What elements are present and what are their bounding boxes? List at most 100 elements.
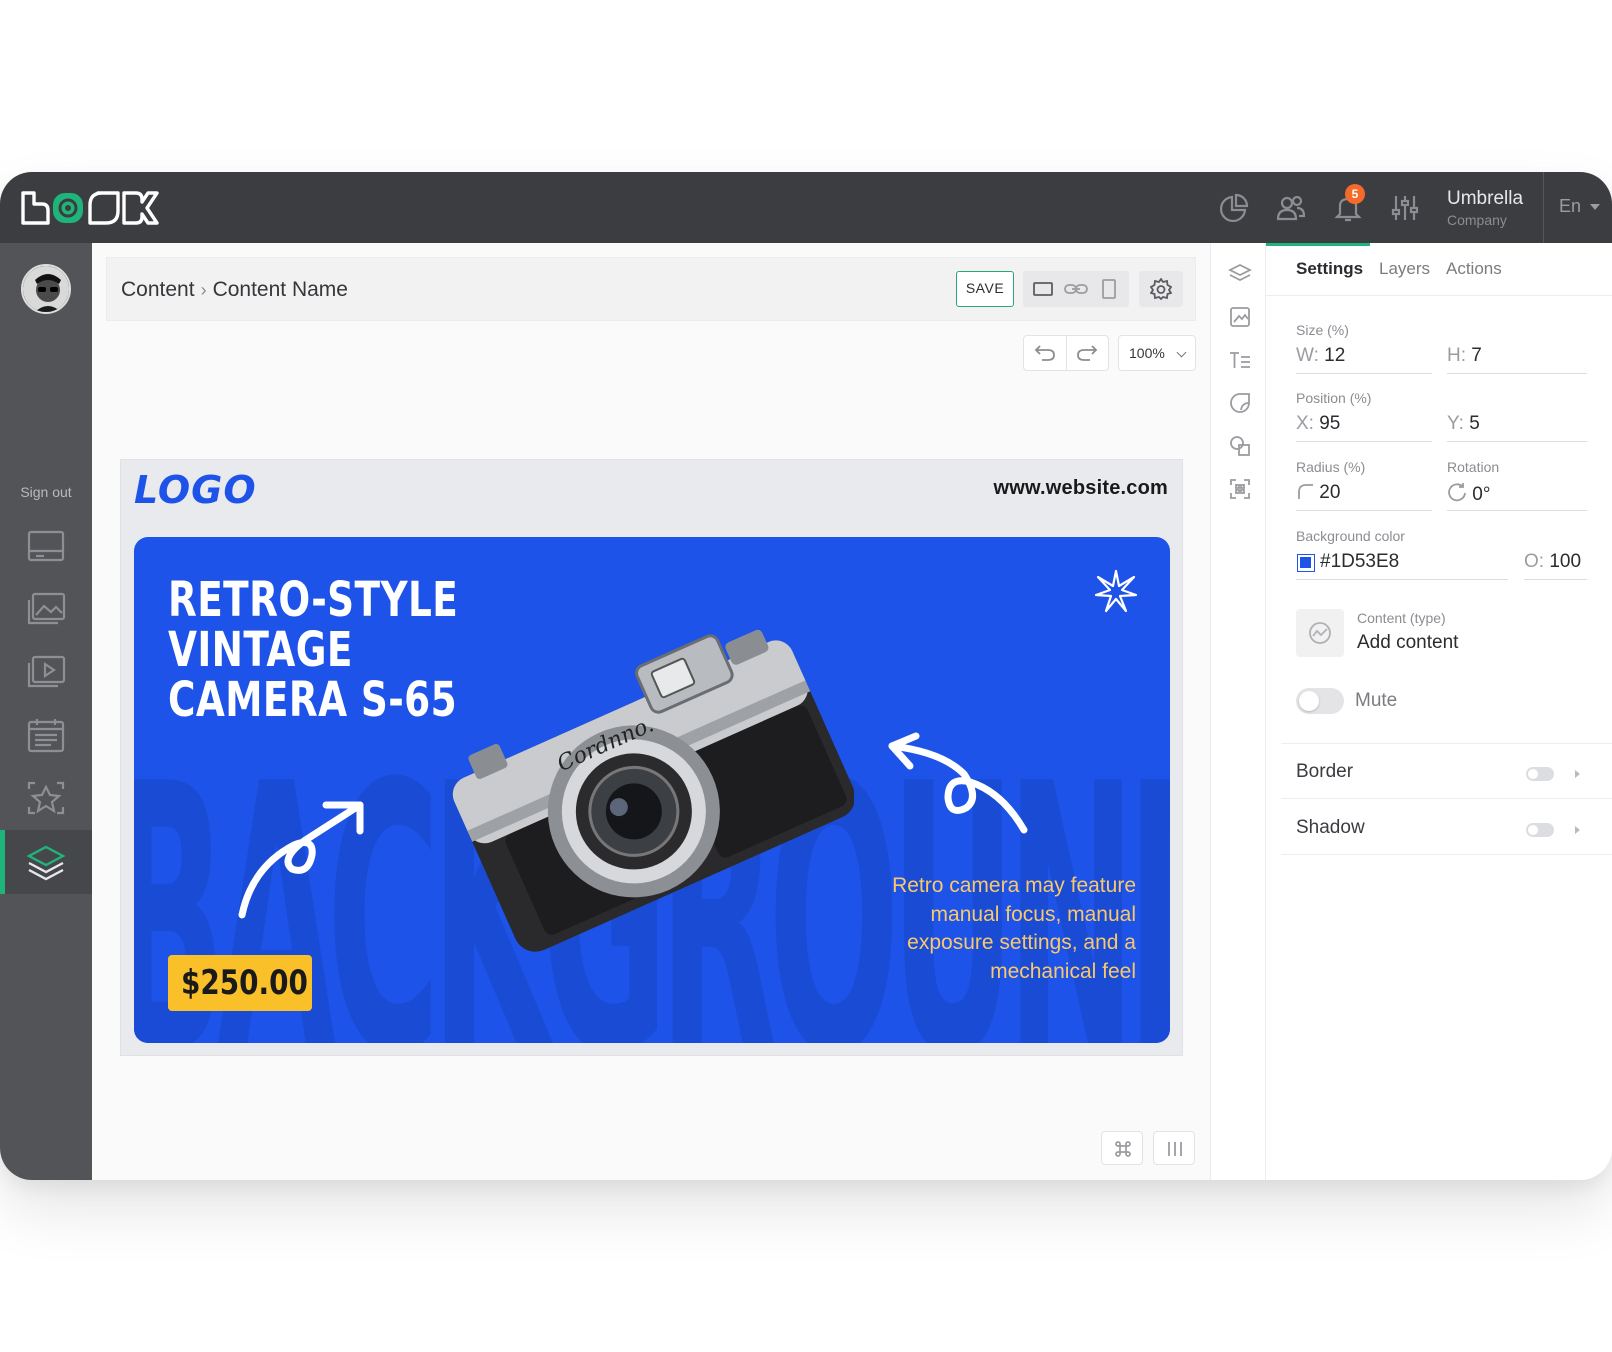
redo-icon[interactable] <box>1076 343 1098 363</box>
rotation-underline <box>1447 510 1587 511</box>
content-type-thumbnail[interactable] <box>1296 609 1344 657</box>
arrow-up-right-icon <box>238 801 364 919</box>
screens-icon <box>27 530 65 562</box>
position-label: Position (%) <box>1296 390 1372 406</box>
history-divider <box>1066 336 1067 370</box>
users-icon[interactable] <box>1275 192 1307 224</box>
sidebar-item-schedule[interactable] <box>0 703 92 767</box>
brand-logo[interactable]: LOGO <box>134 468 257 512</box>
arrow-up-left-icon <box>888 732 1028 834</box>
top-divider <box>1543 172 1544 243</box>
chevron-right-icon[interactable] <box>1575 770 1580 778</box>
x-underline <box>1296 441 1432 442</box>
add-content-link[interactable]: Add content <box>1357 632 1458 654</box>
width-field[interactable]: W: 12 <box>1296 345 1345 367</box>
sidebar-item-layers[interactable] <box>0 830 92 894</box>
price-tag[interactable]: $250.00 <box>168 955 312 1011</box>
image-tool-icon[interactable] <box>1228 305 1252 329</box>
chart-icon <box>1309 622 1331 644</box>
shapes-tool-icon[interactable] <box>1228 434 1252 458</box>
tab-layers[interactable]: Layers <box>1379 259 1430 279</box>
height-value: 7 <box>1471 345 1482 366</box>
user-name[interactable]: Umbrella <box>1447 188 1523 210</box>
chevron-down-icon[interactable] <box>1590 204 1600 210</box>
language-selector[interactable]: En <box>1559 196 1581 217</box>
sign-out-link[interactable]: Sign out <box>0 484 92 500</box>
opacity-underline <box>1524 579 1587 580</box>
notification-badge: 5 <box>1345 184 1365 204</box>
columns-button[interactable] <box>1153 1131 1195 1165</box>
rotation-field[interactable]: 0° <box>1447 482 1490 506</box>
app-logo[interactable] <box>20 190 160 226</box>
color-swatch[interactable] <box>1297 554 1315 572</box>
corner-radius-icon <box>1298 484 1313 499</box>
landscape-icon[interactable] <box>1033 280 1053 298</box>
shadow-toggle[interactable] <box>1526 823 1554 837</box>
shortcuts-button[interactable] <box>1101 1131 1143 1165</box>
height-underline <box>1447 373 1587 374</box>
y-field[interactable]: Y: 5 <box>1447 413 1480 435</box>
x-field[interactable]: X: 95 <box>1296 413 1340 435</box>
link-icon[interactable] <box>1064 280 1088 298</box>
sticker-tool-icon[interactable] <box>1228 391 1252 415</box>
border-row[interactable]: Border <box>1296 761 1353 783</box>
size-label: Size (%) <box>1296 322 1349 338</box>
divider <box>1281 854 1612 855</box>
shadow-row[interactable]: Shadow <box>1296 817 1365 839</box>
banner-artwork[interactable]: BACKGROUND RETRO-STYLE VINTAGE CAMERA S-… <box>134 537 1170 1043</box>
sliders-icon[interactable] <box>1389 192 1421 224</box>
save-button[interactable]: SAVE <box>956 271 1014 307</box>
mute-label: Mute <box>1355 690 1398 711</box>
properties-panel: Settings Layers Actions Size (%) W: 12 H… <box>1266 243 1612 1180</box>
chevron-down-icon <box>1176 347 1187 358</box>
camera-image[interactable]: Cordnno. <box>434 605 854 965</box>
width-key: W: <box>1296 345 1319 366</box>
tool-strip <box>1210 243 1266 1180</box>
video-icon <box>27 655 66 688</box>
banner-description[interactable]: Retro camera may feature manual focus, m… <box>876 872 1136 986</box>
divider <box>1281 743 1612 744</box>
sidebar-item-images[interactable] <box>0 577 92 641</box>
sidebar-item-favorites[interactable] <box>0 766 92 830</box>
images-icon <box>27 592 66 625</box>
undo-icon[interactable] <box>1034 343 1056 363</box>
breadcrumb: Content › Content Name <box>121 278 348 302</box>
chevron-right-icon[interactable] <box>1575 826 1580 834</box>
x-key: X: <box>1296 413 1314 434</box>
radius-field[interactable]: 20 <box>1296 482 1340 504</box>
rotation-label: Rotation <box>1447 459 1500 475</box>
price-value: $250.00 <box>180 963 308 1003</box>
breadcrumb-root[interactable]: Content <box>121 278 195 301</box>
width-value: 12 <box>1324 345 1346 366</box>
columns-icon <box>1168 1142 1182 1156</box>
color-underline <box>1296 579 1508 580</box>
portrait-icon[interactable] <box>1101 279 1117 299</box>
sidebar-item-video[interactable] <box>0 640 92 704</box>
command-icon <box>1115 1141 1131 1157</box>
text-tool-icon[interactable] <box>1228 348 1252 372</box>
radius-label: Radius (%) <box>1296 459 1366 475</box>
y-key: Y: <box>1447 413 1464 434</box>
tab-settings[interactable]: Settings <box>1296 259 1363 279</box>
layers-tool-icon[interactable] <box>1228 262 1252 286</box>
sidebar-item-screens[interactable] <box>0 515 92 579</box>
analytics-icon[interactable] <box>1218 192 1250 224</box>
settings-button[interactable] <box>1139 271 1183 307</box>
height-field[interactable]: H: 7 <box>1447 345 1482 367</box>
tab-actions[interactable]: Actions <box>1446 259 1502 279</box>
avatar[interactable] <box>21 264 71 314</box>
y-value: 5 <box>1469 413 1480 434</box>
border-toggle[interactable] <box>1526 767 1554 781</box>
radius-value: 20 <box>1319 482 1341 503</box>
background-color-value[interactable]: #1D53E8 <box>1320 551 1399 573</box>
opacity-field[interactable]: O: 100 <box>1524 551 1581 573</box>
zoom-select[interactable]: 100% <box>1118 335 1196 371</box>
schedule-icon <box>27 719 65 753</box>
opacity-value: 100 <box>1549 551 1582 572</box>
website-url[interactable]: www.website.com <box>993 477 1168 500</box>
sparkle-icon[interactable] <box>1094 569 1138 613</box>
mute-toggle[interactable] <box>1296 688 1344 714</box>
view-mode-toggle <box>1023 271 1129 307</box>
qr-tool-icon[interactable] <box>1228 477 1252 501</box>
x-value: 95 <box>1319 413 1341 434</box>
